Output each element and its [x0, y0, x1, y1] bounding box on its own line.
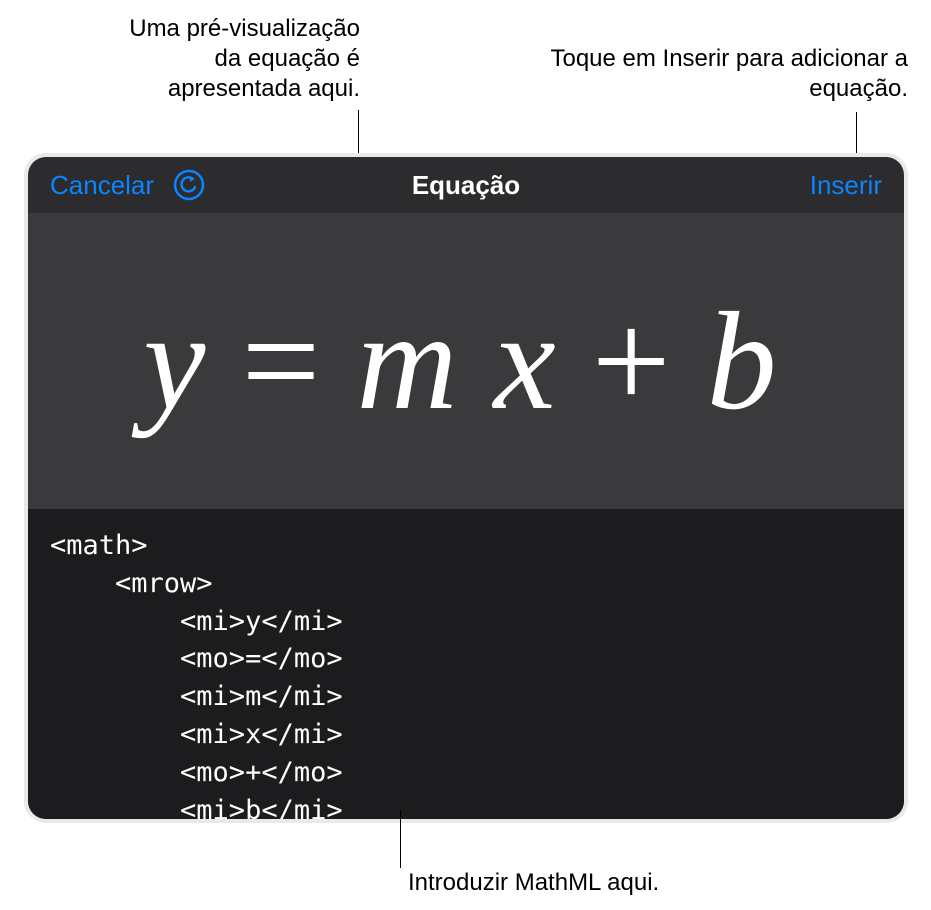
- modal-header: Cancelar Equação Inserir: [28, 157, 904, 213]
- equation-modal: Cancelar Equação Inserir y = m x + b: [28, 157, 904, 819]
- mathml-input[interactable]: <math> <mrow> <mi>y</mi> <mo>=</mo> <mi>…: [28, 509, 904, 819]
- equation-render: y = m x + b: [143, 281, 788, 442]
- eq-var-x: x: [494, 281, 568, 442]
- eq-op-equals: =: [241, 281, 332, 442]
- header-left-group: Cancelar: [50, 168, 206, 202]
- eq-op-plus: +: [592, 281, 683, 442]
- undo-icon[interactable]: [172, 168, 206, 202]
- callout-preview-text: Uma pré-visualização da equação é aprese…: [129, 15, 360, 102]
- callout-input: Introduzir MathML aqui.: [408, 868, 659, 898]
- callout-input-line: [400, 810, 401, 868]
- callout-insert-text: Toque em Inserir para adicionar a equaçã…: [550, 45, 908, 102]
- insert-button[interactable]: Inserir: [810, 170, 882, 201]
- eq-var-b: b: [707, 281, 789, 442]
- equation-preview: y = m x + b: [28, 213, 904, 509]
- equation-modal-wrap: Cancelar Equação Inserir y = m x + b: [24, 153, 908, 823]
- cancel-button[interactable]: Cancelar: [50, 170, 154, 201]
- callout-insert: Toque em Inserir para adicionar a equaçã…: [548, 44, 908, 104]
- eq-var-y: y: [143, 281, 217, 442]
- callout-input-text: Introduzir MathML aqui.: [408, 869, 659, 896]
- callout-preview: Uma pré-visualização da equação é aprese…: [100, 14, 360, 104]
- modal-title: Equação: [412, 170, 520, 201]
- eq-var-m: m: [356, 281, 469, 442]
